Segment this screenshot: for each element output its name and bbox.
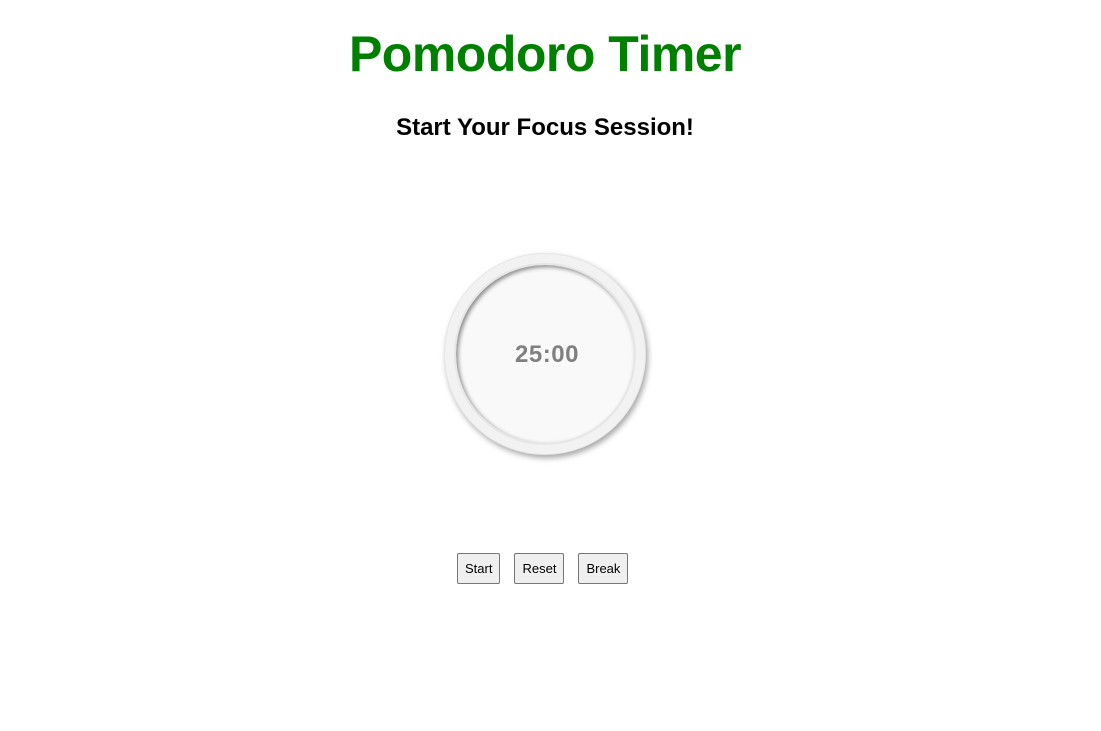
timer-face: 25:00 xyxy=(454,263,636,445)
reset-button[interactable]: Reset xyxy=(514,553,565,584)
timer-controls: Start Reset Break xyxy=(457,553,629,585)
page-title: Pomodoro Timer xyxy=(348,26,742,82)
start-button[interactable]: Start xyxy=(457,553,501,584)
pomodoro-page: Pomodoro Timer Start Your Focus Session!… xyxy=(0,0,1101,731)
page-subtitle: Start Your Focus Session! xyxy=(396,114,694,141)
timer-display: 25:00 xyxy=(515,341,579,368)
break-button[interactable]: Break xyxy=(578,553,629,584)
timer-dial: 25:00 xyxy=(444,253,646,455)
